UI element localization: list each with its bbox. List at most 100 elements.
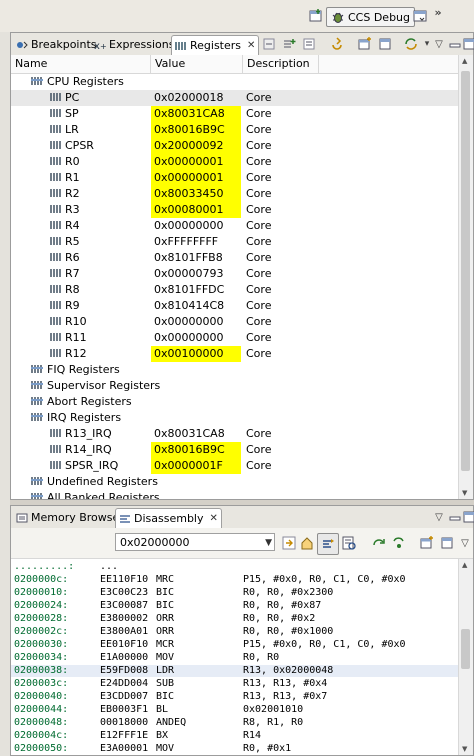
register-row[interactable]: R7 0x00000793 Core: [11, 266, 459, 282]
close-icon[interactable]: ✕: [210, 513, 218, 524]
register-group-row[interactable]: Abort Registers: [11, 394, 459, 410]
scrollbar-thumb[interactable]: [461, 71, 470, 471]
register-row[interactable]: R3 0x00080001 Core: [11, 202, 459, 218]
view-menu-icon[interactable]: ▽: [431, 509, 447, 525]
register-group-row[interactable]: All Banked Registers: [11, 490, 459, 499]
scroll-down-icon[interactable]: ▼: [462, 489, 467, 497]
register-value[interactable]: 0x80031CA8: [151, 106, 241, 122]
perspective-overflow-button[interactable]: »: [430, 4, 446, 20]
disassembly-line[interactable]: 02000034: E1A00000 MOV R0, R0: [11, 652, 459, 664]
go-to-address-icon[interactable]: [281, 535, 297, 551]
register-row[interactable]: R4 0x00000000 Core: [11, 218, 459, 234]
scroll-up-icon[interactable]: ▲: [462, 57, 467, 65]
disassembly-line[interactable]: 02000040: E3CDD007 BIC R13, R13, #0x7: [11, 691, 459, 703]
register-row[interactable]: R11 0x00000000 Core: [11, 330, 459, 346]
column-header-value[interactable]: Value: [151, 55, 243, 73]
scroll-up-icon[interactable]: ▲: [462, 561, 467, 569]
register-value[interactable]: 0xFFFFFFFF: [151, 234, 241, 250]
disassembly-line[interactable]: 02000044: EB0003F1 BL 0x02001010: [11, 704, 459, 716]
disassembly-line[interactable]: .........:...: [11, 561, 459, 573]
register-row[interactable]: R6 0x8101FFB8 Core: [11, 250, 459, 266]
disassembly-line[interactable]: 02000028: E3800002 ORR R0, R0, #0x2: [11, 613, 459, 625]
address-combo[interactable]: 0x02000000 ▼: [115, 533, 275, 551]
register-row[interactable]: PC 0x02000018 Core: [11, 90, 459, 106]
register-row[interactable]: R10 0x00000000 Core: [11, 314, 459, 330]
register-value[interactable]: 0x80016B9C: [151, 122, 241, 138]
register-row[interactable]: R0 0x00000001 Core: [11, 154, 459, 170]
register-value[interactable]: 0x20000092: [151, 138, 241, 154]
refresh-registers-icon[interactable]: [329, 36, 345, 52]
tab-disassembly[interactable]: Disassembly ✕: [115, 508, 222, 528]
register-value[interactable]: 0x00080001: [151, 202, 241, 218]
register-group-row[interactable]: IRQ Registers: [11, 410, 459, 426]
disassembly-line[interactable]: 0200002c: E3800A01 ORR R0, R0, #0x1000: [11, 626, 459, 638]
register-row[interactable]: R9 0x810414C8 Core: [11, 298, 459, 314]
step-into-icon[interactable]: [391, 535, 407, 551]
collapse-all-icon[interactable]: [261, 36, 277, 52]
register-value[interactable]: 0x80016B9C: [151, 442, 241, 458]
home-pc-icon[interactable]: [299, 535, 315, 551]
disassembly-line[interactable]: 02000048: 00018000 ANDEQ R8, R1, R0: [11, 717, 459, 729]
register-row[interactable]: SP 0x80031CA8 Core: [11, 106, 459, 122]
register-row[interactable]: R8 0x8101FFDC Core: [11, 282, 459, 298]
column-header-name[interactable]: Name: [11, 55, 151, 73]
register-value[interactable]: 0x00000001: [151, 170, 241, 186]
register-row[interactable]: R14_IRQ 0x80016B9C Core: [11, 442, 459, 458]
maximize-view-icon[interactable]: [461, 509, 474, 525]
register-group-row[interactable]: CPU Registers: [11, 74, 459, 90]
pin-view-icon[interactable]: [377, 36, 393, 52]
register-value[interactable]: 0x00000000: [151, 330, 241, 346]
disassembly-line[interactable]: 02000024: E3C00087 BIC R0, R0, #0x87: [11, 600, 459, 612]
view-menu-icon[interactable]: ▽: [457, 535, 473, 551]
register-value[interactable]: 0x02000018: [151, 90, 241, 106]
scroll-down-icon[interactable]: ▼: [462, 745, 467, 753]
disassembly-line[interactable]: 02000010: E3C00C23 BIC R0, R0, #0x2300: [11, 587, 459, 599]
disassembly-line[interactable]: 0200000c: EE110F10 MRC P15, #0x0, R0, C1, C…: [11, 574, 459, 586]
new-view-icon[interactable]: [357, 36, 373, 52]
registers-vertical-scrollbar[interactable]: ▲ ▼: [458, 55, 473, 499]
edit-register-group-icon[interactable]: [301, 36, 317, 52]
add-register-group-icon[interactable]: [281, 36, 297, 52]
register-row[interactable]: R2 0x80033450 Core: [11, 186, 459, 202]
register-value[interactable]: 0x80031CA8: [151, 426, 241, 442]
register-row[interactable]: CPSR 0x20000092 Core: [11, 138, 459, 154]
register-row[interactable]: LR 0x80016B9C Core: [11, 122, 459, 138]
register-group-row[interactable]: Undefined Registers: [11, 474, 459, 490]
link-with-active-context-icon[interactable]: [317, 533, 339, 555]
column-header-description[interactable]: Description: [243, 55, 319, 73]
register-row[interactable]: R13_IRQ 0x80031CA8 Core: [11, 426, 459, 442]
perspective-menu-icon[interactable]: [412, 8, 428, 24]
scrollbar-thumb[interactable]: [461, 629, 470, 669]
register-value[interactable]: 0x00000000: [151, 314, 241, 330]
disassembly-vertical-scrollbar[interactable]: ▲ ▼: [458, 559, 473, 755]
register-value[interactable]: 0x00000001: [151, 154, 241, 170]
new-view-icon[interactable]: [419, 535, 435, 551]
register-value[interactable]: 0x80033450: [151, 186, 241, 202]
register-group-row[interactable]: Supervisor Registers: [11, 378, 459, 394]
disassembly-line[interactable]: 02000030: EE010F10 MCR P15, #0x0, R0, C1, C…: [11, 639, 459, 651]
step-over-icon[interactable]: [371, 535, 387, 551]
register-row[interactable]: R1 0x00000001 Core: [11, 170, 459, 186]
disassembly-line[interactable]: 0200004c: E12FFF1E BX R14: [11, 730, 459, 742]
disassembly-line[interactable]: 02000050: E3A00001 MOV R0, #0x1: [11, 743, 459, 755]
register-group-row[interactable]: FIQ Registers: [11, 362, 459, 378]
disassembly-line[interactable]: 0200003c: E24DD004 SUB R13, R13, #0x4: [11, 678, 459, 690]
open-perspective-icon[interactable]: [308, 8, 324, 24]
register-row[interactable]: R12 0x00100000 Core: [11, 346, 459, 362]
tab-breakpoints[interactable]: Breakpoints: [13, 35, 100, 54]
register-value[interactable]: 0x810414C8: [151, 298, 241, 314]
register-value[interactable]: 0x0000001F: [151, 458, 241, 474]
pin-view-icon[interactable]: [439, 535, 455, 551]
register-value[interactable]: 0x8101FFDC: [151, 282, 241, 298]
show-source-icon[interactable]: [341, 535, 357, 551]
disassembly-line[interactable]: 02000038: E59FD008 LDR R13, 0x02000048: [11, 665, 459, 677]
close-icon[interactable]: ✕: [247, 40, 255, 51]
register-value[interactable]: 0x8101FFB8: [151, 250, 241, 266]
maximize-view-icon[interactable]: [461, 36, 474, 52]
register-value[interactable]: 0x00100000: [151, 346, 241, 362]
sync-icon[interactable]: [403, 36, 419, 52]
tab-expressions[interactable]: x + Expressions: [91, 35, 177, 54]
tab-memory-browser[interactable]: Memory Browser: [13, 508, 127, 527]
register-value[interactable]: 0x00000000: [151, 218, 241, 234]
register-row[interactable]: SPSR_IRQ 0x0000001F Core: [11, 458, 459, 474]
